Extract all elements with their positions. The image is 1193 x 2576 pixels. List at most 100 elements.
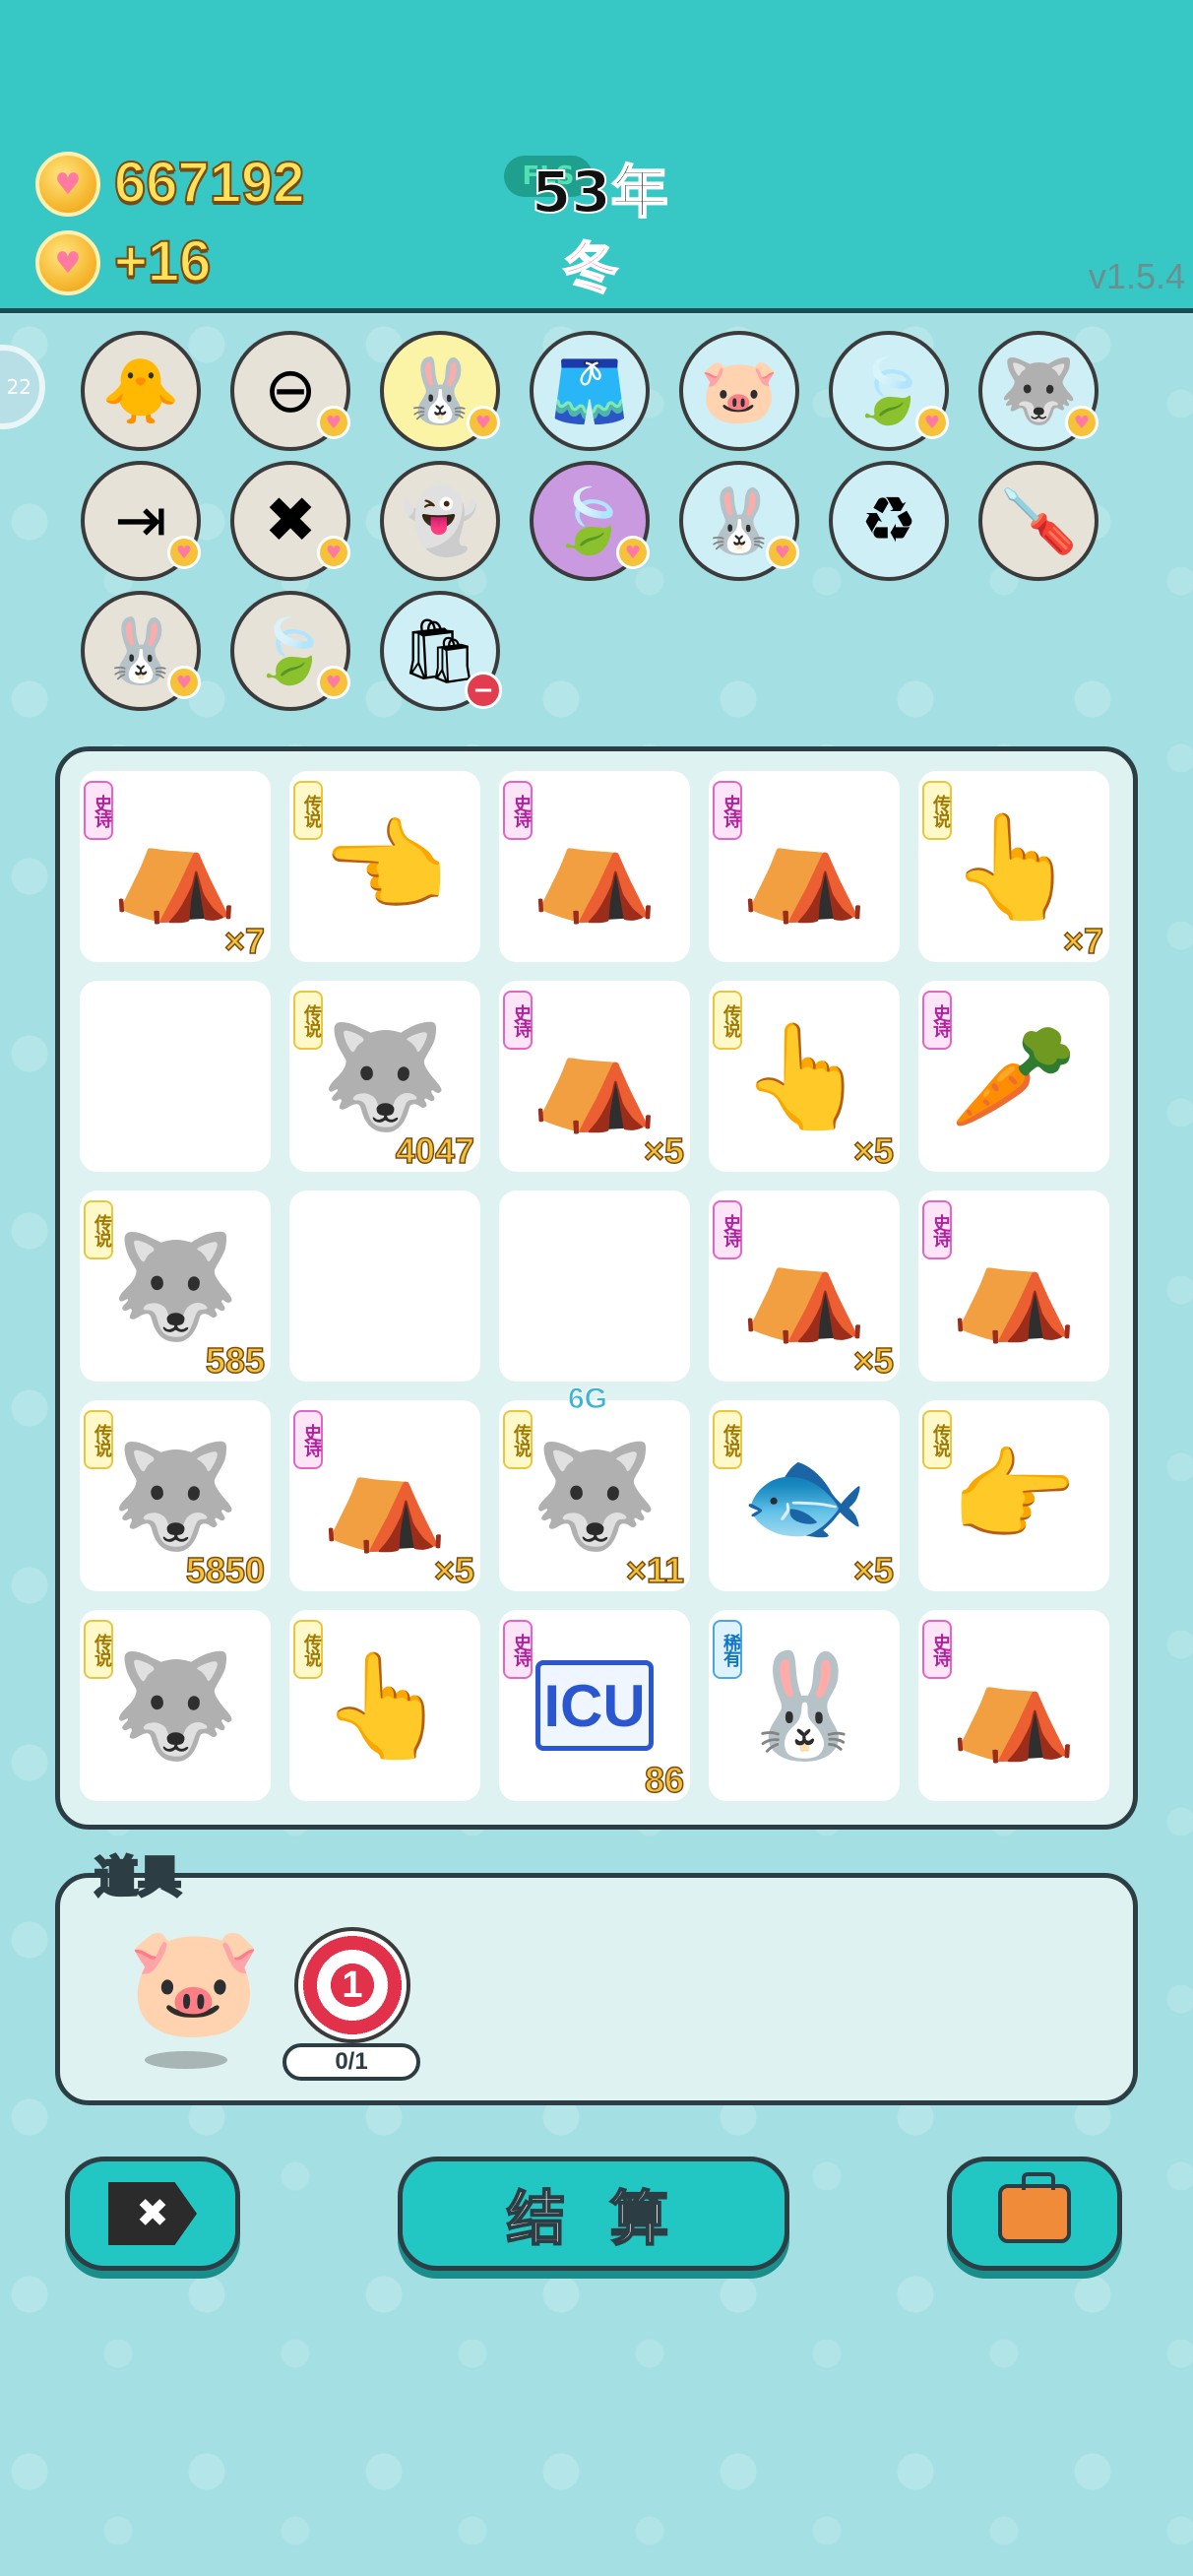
heart-badge-icon: ♥ [766, 536, 799, 569]
board-cell[interactable]: 👆 传说 ×7 [918, 771, 1109, 962]
board-cell[interactable]: ⛺ 史诗 [709, 771, 900, 962]
rarity-tag: 传说 [84, 1620, 113, 1679]
rarity-tag: 传说 [293, 991, 323, 1050]
rarity-tag: 史诗 [922, 991, 952, 1050]
item-count: 585 [205, 1339, 266, 1382]
board-cell[interactable] [80, 981, 271, 1172]
relic-leaf-2[interactable]: 🍃 ♥ [230, 591, 350, 711]
item-icon: 🐺 [531, 1435, 659, 1556]
relic-bunny-blue[interactable]: 🐰 ♥ [679, 461, 799, 581]
heart-badge-icon: ♥ [167, 536, 201, 569]
board-cell[interactable]: 🥕 史诗 [918, 981, 1109, 1172]
board-cell[interactable]: 🐟 传说 ×5 [709, 1400, 900, 1591]
relic-chick-egg[interactable]: 🐥 [81, 331, 201, 451]
coin-icon: ♥ [35, 152, 100, 217]
relic-skip-arrow[interactable]: ⇥ ♥ [81, 461, 201, 581]
relic-husky[interactable]: 🐺 ♥ [978, 331, 1099, 451]
board-cell[interactable]: 🐺 传说 ×11 6G [499, 1383, 690, 1591]
settle-button[interactable]: 结 算 [398, 2157, 789, 2271]
board-cell[interactable]: 👉 传说 [918, 1400, 1109, 1591]
heart-badge-icon: ♥ [467, 406, 500, 439]
board-cell[interactable]: ⛺ 史诗 ×7 [80, 771, 271, 962]
relic-white-skirt[interactable]: 🩳 [530, 331, 650, 451]
board-cell[interactable]: ⛺ 史诗 [918, 1610, 1109, 1801]
rarity-tag: 传说 [503, 1410, 533, 1469]
rarity-tag: 史诗 [503, 991, 533, 1050]
board-cell[interactable]: ⛺ 史诗 ×5 [499, 981, 690, 1172]
relic-leaf-purple[interactable]: 🍃 ♥ [530, 461, 650, 581]
board-cell[interactable]: ⛺ 史诗 ×5 [289, 1400, 480, 1591]
board-cell[interactable]: 👈 传说 [289, 771, 480, 962]
season-label: 冬 [562, 236, 619, 302]
coin-total: 667192 [113, 150, 306, 216]
heart-badge-icon: ♥ [915, 406, 949, 439]
item-count: ×5 [852, 1129, 895, 1172]
board-cell[interactable] [499, 1191, 690, 1382]
rarity-tag: 传说 [293, 1620, 323, 1679]
rarity-tag: 史诗 [713, 1200, 742, 1259]
item-icon: 🐺 [111, 1225, 239, 1346]
rarity-tag: 传说 [84, 1200, 113, 1259]
board-cell[interactable]: 👆 传说 ×5 [709, 981, 900, 1172]
rarity-tag: 传说 [922, 781, 952, 840]
item-count: ×7 [1062, 920, 1104, 962]
item-icon: ⛺ [531, 805, 659, 927]
delete-button[interactable]: ✖ [65, 2157, 240, 2271]
piggy-bank-item[interactable]: 🐷 [127, 1927, 262, 2035]
rarity-tag: 稀有 [713, 1620, 742, 1679]
item-icon: ⛺ [111, 805, 239, 927]
board-cell[interactable]: 🐺 传说 [80, 1610, 271, 1801]
item-icon: ⛺ [950, 1644, 1078, 1766]
item-icon: 🐟 [740, 1435, 868, 1556]
year-label: 53年 [531, 158, 669, 226]
relic-leaf[interactable]: 🍃 ♥ [829, 331, 949, 451]
relic-screwdriver[interactable]: 🪛 [978, 461, 1099, 581]
heart-badge-icon: ♥ [1065, 406, 1099, 439]
heart-badge-icon: ♥ [616, 536, 650, 569]
rarity-tag: 史诗 [922, 1200, 952, 1259]
relic-recycle-bag[interactable]: ♻ [829, 461, 949, 581]
board-cell[interactable]: 👆 传说 [289, 1610, 480, 1801]
relic-ghost[interactable]: 👻 [380, 461, 500, 581]
remove-badge-icon: − [465, 672, 502, 709]
trash-bag-icon: 🛍 [400, 614, 480, 688]
relic-red-no-sign[interactable]: ⊖ ♥ [230, 331, 350, 451]
item-icon: 🐺 [321, 1015, 449, 1136]
settle-label: 结 算 [506, 2184, 681, 2255]
relic-delete-tag[interactable]: ✖ ♥ [230, 461, 350, 581]
item-icon: 🐰 [740, 1644, 868, 1766]
item-icon: ⛺ [531, 1015, 659, 1136]
backpack-button[interactable] [947, 2157, 1122, 2271]
board-cell[interactable] [289, 1191, 480, 1382]
board-cell[interactable]: ⛺ 史诗 [499, 771, 690, 962]
delete-tag-icon: ✖ [108, 2182, 197, 2245]
board-cell[interactable]: ⛺ 史诗 [918, 1191, 1109, 1382]
item-count: 5850 [185, 1549, 266, 1591]
board-cell[interactable]: 🐰 稀有 [709, 1610, 900, 1801]
item-icon: 👉 [950, 1435, 1078, 1556]
relic-bunny-pink[interactable]: 🐰 ♥ [81, 591, 201, 711]
top-bar: ♥ 667192 ♥ +16 FLS 53年 冬 v1.5.4 [0, 0, 1193, 313]
target-progress: 0/1 [283, 2043, 420, 2081]
chick-egg-icon: 🐥 [101, 354, 180, 428]
relic-bunny-yellow[interactable]: 🐰 ♥ [380, 331, 500, 451]
target-item[interactable]: 1 [294, 1927, 410, 2043]
board-cell[interactable]: ICU 史诗 86 [499, 1610, 690, 1801]
icu-icon: ICU [535, 1660, 654, 1751]
items-panel: 🐷 1 0/1 [55, 1873, 1138, 2105]
delete-tag-icon: ✖ [264, 484, 317, 557]
rarity-tag: 传说 [713, 1410, 742, 1469]
item-icon: ⛺ [950, 1225, 1078, 1346]
item-count: 86 [644, 1759, 685, 1801]
board-cell[interactable]: ⛺ 史诗 ×5 [709, 1191, 900, 1382]
relic-trash-bag[interactable]: 🛍 − [380, 591, 502, 711]
board-cell[interactable]: 🐺 传说 5850 [80, 1400, 271, 1591]
side-counter-value: 22 [6, 375, 31, 399]
piggy-bank-icon: 🐷 [700, 354, 779, 428]
item-count: 4047 [395, 1129, 475, 1172]
item-icon: 👆 [950, 805, 1078, 927]
relic-piggy-bank[interactable]: 🐷 [679, 331, 799, 451]
board-cell[interactable]: 🐺 传说 585 [80, 1191, 271, 1382]
board-cell[interactable]: 🐺 传说 4047 [289, 981, 480, 1172]
heart-badge-icon: ♥ [167, 666, 201, 699]
